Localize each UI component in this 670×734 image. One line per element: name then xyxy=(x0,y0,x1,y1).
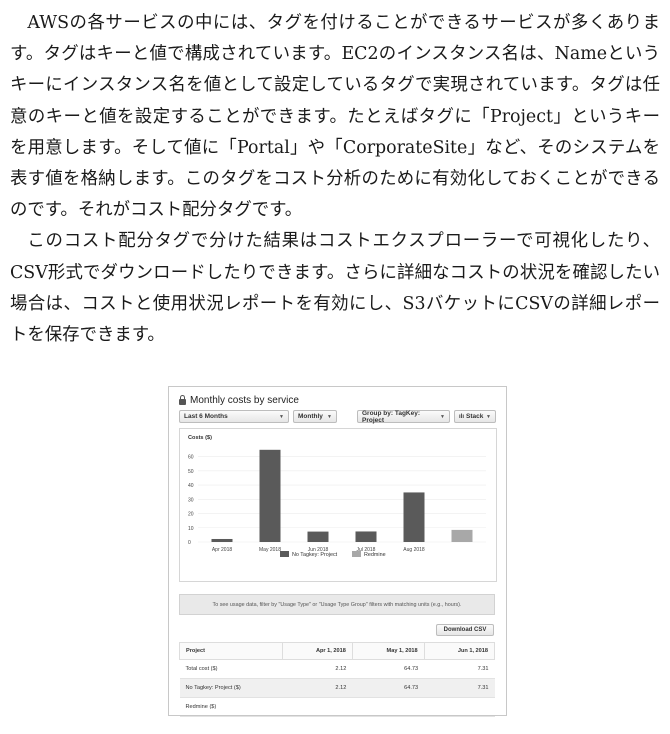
bar xyxy=(211,538,233,542)
usage-hint-text: To see usage data, filter by "Usage Type… xyxy=(212,601,462,608)
table-cell: 7.31 xyxy=(424,659,495,679)
table-cell xyxy=(282,697,353,717)
row-label: Total cost ($) xyxy=(179,659,283,679)
bar xyxy=(259,449,281,542)
table-cell: 2.12 xyxy=(282,678,353,698)
table-cell: 2.12 xyxy=(282,659,353,679)
y-tick-label: 0 xyxy=(188,540,191,546)
bar xyxy=(451,529,473,542)
legend-label: Redmine xyxy=(364,552,386,558)
bar-chart-icon: ılı xyxy=(459,413,465,420)
y-tick-label: 50 xyxy=(188,469,194,475)
bar xyxy=(355,531,377,542)
chart-style-dropdown[interactable]: ılı Stack ▼ xyxy=(454,410,496,423)
table-row: Redmine ($) xyxy=(179,697,495,717)
report-title: Monthly costs by service xyxy=(179,395,299,406)
granularity-value: Monthly xyxy=(298,413,323,420)
table-header-row: Project Apr 1, 2018 May 1, 2018 Jun 1, 2… xyxy=(179,642,496,660)
table-row: No Tagkey: Project ($) 2.12 64.73 7.31 xyxy=(179,678,495,698)
x-tick-label: Apr 2018 xyxy=(212,547,233,553)
granularity-dropdown[interactable]: Monthly ▼ xyxy=(293,410,337,423)
chevron-down-icon: ▼ xyxy=(279,413,284,420)
y-tick-label: 40 xyxy=(188,483,194,489)
chevron-down-icon: ▼ xyxy=(486,413,491,420)
legend-label: No Tagkey: Project xyxy=(292,552,338,558)
y-tick-label: 10 xyxy=(188,526,194,532)
group-by-dropdown[interactable]: Group by: TagKey: Project ▼ xyxy=(357,409,450,424)
legend-swatch xyxy=(352,551,361,557)
table-cell: 7.31 xyxy=(424,678,495,698)
row-label: No Tagkey: Project ($) xyxy=(179,678,283,698)
y-tick-label: 60 xyxy=(188,455,194,461)
chevron-down-icon: ▼ xyxy=(327,413,332,420)
time-range-dropdown[interactable]: Last 6 Months ▼ xyxy=(179,410,289,423)
cost-chart-svg: Costs ($)0102030405060Apr 2018 May 2018 Ju… xyxy=(188,435,486,558)
usage-hint-banner: To see usage data, filter by "Usage Type… xyxy=(179,594,495,615)
table-cell: 64.73 xyxy=(352,678,425,698)
cost-table: Project Apr 1, 2018 May 1, 2018 Jun 1, 2… xyxy=(179,642,496,717)
table-cell: 64.73 xyxy=(352,659,425,679)
x-tick-label: May 2018 xyxy=(259,547,281,553)
y-tick-label: 30 xyxy=(188,497,194,503)
bar xyxy=(307,531,329,542)
column-header[interactable]: Apr 1, 2018 xyxy=(282,642,353,660)
table-cell xyxy=(424,697,495,717)
download-csv-button[interactable]: Download CSV xyxy=(436,624,494,636)
column-header[interactable]: May 1, 2018 xyxy=(351,642,425,660)
cost-explorer-screenshot: Monthly costs by service Last 6 Months ▼… xyxy=(168,386,507,717)
cost-chart: Costs ($) 0 10 20 30 40 50 60 Apr 2018 May 2018 Ju… xyxy=(179,428,497,582)
bar xyxy=(403,492,425,542)
table-row: Total cost ($) 2.12 64.73 7.31 xyxy=(179,659,495,679)
column-header[interactable]: Project xyxy=(179,642,283,660)
y-tick-label: 20 xyxy=(188,512,194,518)
chart-style-value: Stack xyxy=(466,413,484,420)
x-tick-label: Aug 2018 xyxy=(403,547,425,553)
row-label: Redmine ($) xyxy=(179,697,283,717)
lock-icon xyxy=(179,395,186,405)
chevron-down-icon: ▼ xyxy=(440,413,445,420)
y-axis-label: Costs ($) xyxy=(188,435,212,441)
legend-swatch xyxy=(280,551,289,557)
article-body: AWSの各サービスの中には、タグを付けることができるサービスが多くあります。タグ… xyxy=(10,8,660,351)
column-header[interactable]: Jun 1, 2018 xyxy=(423,642,496,660)
time-range-value: Last 6 Months xyxy=(184,413,228,420)
group-by-value: Group by: TagKey: Project xyxy=(362,409,421,424)
paragraph-1: AWSの各サービスの中には、タグを付けることができるサービスが多くあります。タグ… xyxy=(10,13,660,221)
table-cell xyxy=(352,697,425,717)
report-title-text: Monthly costs by service xyxy=(190,395,299,406)
paragraph-2: このコスト配分タグで分けた結果はコストエクスプローラーで可視化したり、CSV形式… xyxy=(10,231,660,346)
